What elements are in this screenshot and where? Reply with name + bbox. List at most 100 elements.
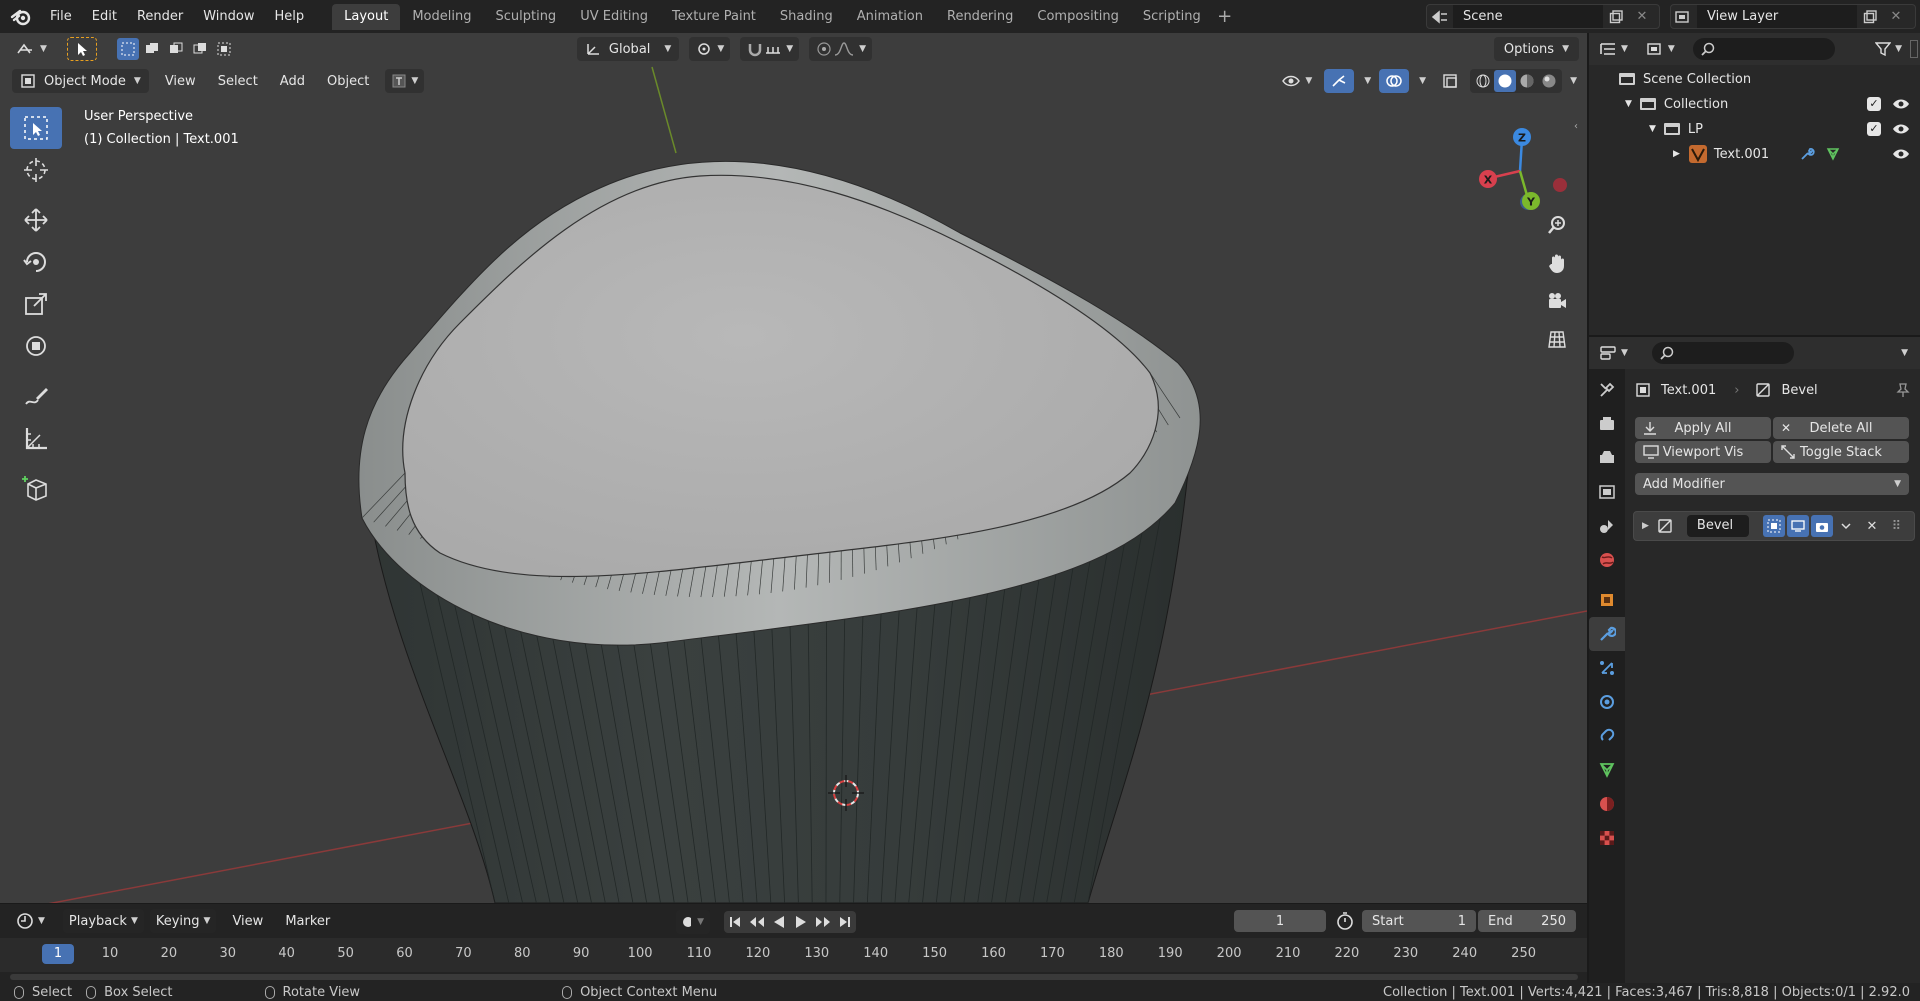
properties-editor-type-button[interactable]: ▼ xyxy=(1593,341,1634,365)
options-dropdown[interactable]: Options ▼ xyxy=(1493,37,1579,61)
timeline-menu-view[interactable]: View xyxy=(226,909,269,933)
outliner-row-text-object[interactable]: ▶ Text.001 xyxy=(1673,142,1841,166)
play-icon[interactable] xyxy=(790,911,812,933)
remove-modifier-icon[interactable]: ✕ xyxy=(1861,515,1883,537)
tab-texture-paint[interactable]: Texture Paint xyxy=(660,4,768,30)
filter-dropdown[interactable]: ▼ xyxy=(1869,37,1908,61)
new-scene-icon[interactable] xyxy=(1603,5,1629,28)
material-shading-icon[interactable] xyxy=(1516,70,1538,92)
menu-add[interactable]: Add xyxy=(274,69,311,93)
tab-animation[interactable]: Animation xyxy=(845,4,935,30)
delete-scene-icon[interactable]: ✕ xyxy=(1629,5,1655,28)
blender-logo-icon[interactable] xyxy=(10,6,32,28)
tab-modifier-properties[interactable] xyxy=(1589,617,1625,651)
outliner-row-collection[interactable]: ▼ Collection xyxy=(1625,92,1728,116)
wireframe-shading-icon[interactable] xyxy=(1472,70,1494,92)
collection-exclude-checkbox[interactable]: ✓ xyxy=(1867,97,1881,111)
tab-scene-properties[interactable] xyxy=(1589,509,1625,543)
select-new-icon[interactable] xyxy=(116,38,139,60)
menu-file[interactable]: File xyxy=(40,5,82,29)
jump-to-keyframe-prev-icon[interactable] xyxy=(746,911,768,933)
select-extend-icon[interactable] xyxy=(141,38,163,60)
expand-object-icon[interactable]: ▶ xyxy=(1673,149,1680,159)
menu-select[interactable]: Select xyxy=(212,69,264,93)
delete-view-layer-icon[interactable]: ✕ xyxy=(1883,5,1909,28)
current-frame-field[interactable]: 1 xyxy=(1234,910,1326,932)
display-mode-dropdown[interactable]: ▼ xyxy=(1640,37,1681,61)
tool-annotate[interactable] xyxy=(10,375,62,417)
tab-tool-properties[interactable] xyxy=(1589,373,1625,407)
apply-all-button[interactable]: Apply All xyxy=(1635,417,1771,439)
toggle-perspective-button[interactable] xyxy=(1540,322,1574,356)
solid-shading-icon[interactable] xyxy=(1494,70,1517,92)
zoom-view-button[interactable] xyxy=(1540,208,1574,242)
drag-handle-icon[interactable]: ⠿ xyxy=(1885,515,1907,537)
tab-sculpting[interactable]: Sculpting xyxy=(483,4,568,30)
gizmo-options-icon[interactable]: ▼ xyxy=(1364,76,1371,86)
menu-object[interactable]: Object xyxy=(321,69,375,93)
edit-mode-toggle-icon[interactable] xyxy=(1762,515,1785,537)
lp-exclude-checkbox[interactable]: ✓ xyxy=(1867,122,1881,136)
pan-view-button[interactable] xyxy=(1540,246,1574,280)
collapse-sidebar-icon[interactable]: ‹ xyxy=(1574,121,1578,132)
scene-name-field[interactable]: Scene xyxy=(1453,5,1603,28)
toggle-stack-button[interactable]: Toggle Stack xyxy=(1773,441,1909,463)
tab-modeling[interactable]: Modeling xyxy=(400,4,483,30)
tab-layout[interactable]: Layout xyxy=(332,3,401,30)
modifier-name-field[interactable]: Bevel xyxy=(1686,515,1749,537)
tool-rotate[interactable] xyxy=(10,241,62,283)
tab-scripting[interactable]: Scripting xyxy=(1131,4,1213,30)
select-invert-icon[interactable] xyxy=(189,38,211,60)
select-subtract-icon[interactable] xyxy=(165,38,187,60)
menu-edit[interactable]: Edit xyxy=(82,5,127,29)
timeline-scrollbar[interactable] xyxy=(10,974,1578,980)
start-frame-field[interactable]: Start 1 xyxy=(1362,910,1476,932)
tab-object-properties[interactable] xyxy=(1589,583,1625,617)
proportional-edit-toggle[interactable]: ▼ xyxy=(809,37,873,61)
transform-orientation-dropdown[interactable]: Global ▼ xyxy=(576,37,680,61)
outliner-editor-type-button[interactable]: ▼ xyxy=(1593,37,1634,61)
tool-scale[interactable] xyxy=(10,283,62,325)
bevel-modifier-panel[interactable]: ▶ Bevel ✕ ⠿ xyxy=(1633,511,1915,541)
add-modifier-dropdown[interactable]: Add Modifier ▼ xyxy=(1635,473,1909,495)
add-workspace-button[interactable]: + xyxy=(1213,4,1237,30)
timeline-menu-marker[interactable]: Marker xyxy=(279,909,336,933)
auto-keying-toggle[interactable]: ▼ xyxy=(676,910,710,934)
playback-menu[interactable]: Playback ▼ xyxy=(62,909,144,933)
new-view-layer-icon[interactable] xyxy=(1857,5,1883,28)
expand-modifier-icon[interactable]: ▶ xyxy=(1642,521,1649,531)
delete-all-button[interactable]: ✕ Delete All xyxy=(1773,417,1909,439)
menu-render[interactable]: Render xyxy=(127,5,193,29)
xray-toggle[interactable] xyxy=(1436,69,1464,93)
editor-type-button[interactable]: ▼ xyxy=(10,37,53,61)
3d-viewport[interactable]: ▼ Global ▼ ▼ ▼ ▼ Options ▼ Object Mode ▼… xyxy=(0,33,1587,903)
tab-constraint-properties[interactable] xyxy=(1589,719,1625,753)
outliner-row-scene-collection[interactable]: Scene Collection xyxy=(1619,67,1751,91)
mode-dropdown[interactable]: Object Mode ▼ xyxy=(12,69,149,93)
tab-physics-properties[interactable] xyxy=(1589,685,1625,719)
render-toggle-icon[interactable] xyxy=(1810,515,1833,537)
menu-help[interactable]: Help xyxy=(265,5,315,29)
tab-uv-editing[interactable]: UV Editing xyxy=(568,4,660,30)
tool-transform[interactable] xyxy=(10,325,62,367)
tab-compositing[interactable]: Compositing xyxy=(1025,4,1131,30)
tab-data-properties[interactable] xyxy=(1589,753,1625,787)
keying-menu[interactable]: Keying ▼ xyxy=(149,909,217,933)
object-data-icon[interactable] xyxy=(1825,146,1841,162)
pivot-point-dropdown[interactable]: ▼ xyxy=(689,37,731,61)
tab-output-properties[interactable] xyxy=(1589,441,1625,475)
outliner-row-lp[interactable]: ▼ LP xyxy=(1649,117,1703,141)
end-frame-field[interactable]: End 250 xyxy=(1478,910,1576,932)
tab-texture-properties[interactable] xyxy=(1589,821,1625,855)
collection-visibility-eye-icon[interactable] xyxy=(1892,98,1910,110)
gizmo-toggle[interactable] xyxy=(1324,69,1355,93)
menu-view[interactable]: View xyxy=(159,69,202,93)
stopwatch-icon[interactable] xyxy=(1335,911,1355,935)
modifier-options-icon[interactable] xyxy=(1835,515,1857,537)
tab-render-properties[interactable] xyxy=(1589,407,1625,441)
expand-collection-icon[interactable]: ▼ xyxy=(1625,99,1632,109)
timeline-ruler[interactable]: 1 10 20 30 40 50 60 70 80 90 100 110 120 130 140 150 16… xyxy=(0,938,1587,972)
overlays-options-icon[interactable]: ▼ xyxy=(1419,76,1426,86)
properties-options-icon[interactable]: ▼ xyxy=(1901,348,1908,358)
outliner-search-input[interactable] xyxy=(1692,38,1835,60)
